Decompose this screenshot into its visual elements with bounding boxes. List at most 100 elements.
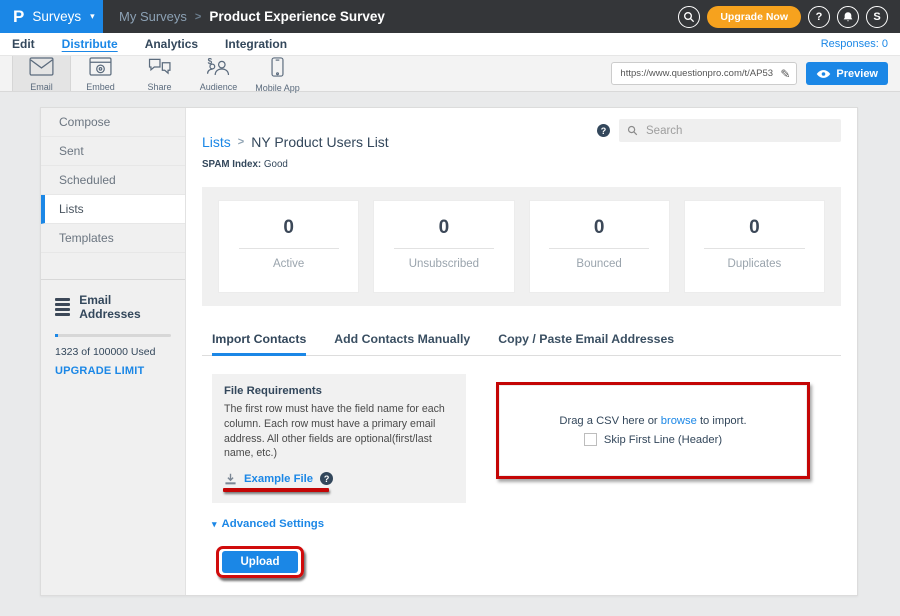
usage-text: 1323 of 100000 Used [55,346,171,358]
breadcrumb-separator: > [195,11,201,23]
stat-label: Unsubscribed [374,258,513,270]
search-box [619,119,841,142]
channel-tab-label: Share [147,82,171,92]
skip-first-line-label: Skip First Line (Header) [604,434,722,446]
product-switcher[interactable]: P Surveys ▾ [0,0,103,33]
dropzone-text-suffix: to import. [697,415,747,427]
dropzone-text-prefix: Drag a CSV here or [559,415,660,427]
responses-count[interactable]: Responses: 0 [821,38,888,50]
tab-add-contacts-manually[interactable]: Add Contacts Manually [334,332,470,356]
breadcrumb-my-surveys[interactable]: My Surveys [119,9,187,24]
import-contacts-panel: File Requirements The first row must hav… [212,374,841,503]
nav-item-analytics[interactable]: Analytics [145,37,198,51]
example-file-row: Example File ? [224,472,454,485]
channel-tab-embed[interactable]: Embed [71,56,130,91]
spam-index: SPAM Index: Good [202,159,841,170]
annotation-underline [223,488,329,492]
list-search-row: ? [597,119,841,142]
email-sidebar-items: ComposeSentScheduledListsTemplates [41,108,185,253]
stat-divider [549,248,649,249]
csv-dropzone[interactable]: Drag a CSV here or browse to import. Ski… [499,385,807,476]
sidebar-item-scheduled[interactable]: Scheduled [41,166,185,195]
stat-divider [704,248,804,249]
skip-first-line-checkbox[interactable] [584,433,597,446]
questionpro-logo: P [13,7,24,27]
survey-nav-items: Edit Distribute Analytics Integration [12,37,314,51]
sidebar-item-compose[interactable]: Compose [41,108,185,137]
notifications-button[interactable] [837,6,859,28]
breadcrumb-lists-link[interactable]: Lists [202,134,231,150]
nav-item-integration[interactable]: Integration [225,37,287,51]
lists-panel: ComposeSentScheduledListsTemplates Email… [40,107,858,596]
stat-card-unsubscribed: 0 Unsubscribed [373,200,514,293]
stat-card-bounced: 0Bounced [529,200,670,293]
tab-copy-paste-email-addresses[interactable]: Copy / Paste Email Addresses [498,332,674,356]
nav-item-edit[interactable]: Edit [12,37,35,51]
bell-icon [842,11,854,23]
usage-progress-fill [55,334,58,337]
example-file-help-icon[interactable]: ? [320,472,333,485]
search-icon [683,11,695,23]
embed-icon [89,57,112,81]
channel-tab-email[interactable]: Email [12,56,71,91]
nav-item-distribute[interactable]: Distribute [62,37,118,51]
list-stats: 0Active0Unsubscribed0Bounced0Duplicates [202,187,841,306]
stat-card-active: 0Active [218,200,359,293]
annotation-box-dropzone: Drag a CSV here or browse to import. Ski… [496,382,810,479]
survey-url-input[interactable] [618,67,775,80]
stat-label: Duplicates [685,258,824,270]
svg-text:$: $ [208,57,213,66]
eye-icon [816,69,831,79]
spam-index-value: Good [264,159,288,170]
upload-button[interactable]: Upload [222,551,298,573]
stat-divider [394,248,494,249]
tab-import-contacts[interactable]: Import Contacts [212,332,306,356]
skip-first-line-row: Skip First Line (Header) [584,433,722,446]
channel-tab-audience[interactable]: $ Audience [189,56,248,91]
topbar: P Surveys ▾ My Surveys > Product Experie… [0,0,900,33]
email-icon [29,57,54,81]
mobile-app-icon [271,57,284,82]
import-tabs: Import Contacts Add Contacts Manually Copy… [202,332,841,356]
help-button[interactable]: ? [808,6,830,28]
preview-button[interactable]: Preview [806,62,888,85]
example-file-link[interactable]: Example File [244,473,313,485]
email-sidebar: ComposeSentScheduledListsTemplates Email… [41,108,186,595]
browse-link[interactable]: browse [661,415,697,427]
channel-tab-share[interactable]: Share [130,56,189,91]
product-label: Surveys [32,9,81,24]
channel-tab-mobile-app[interactable]: Mobile App [248,56,307,91]
dropzone-text: Drag a CSV here or browse to import. [559,415,746,427]
share-icon [147,57,172,81]
sidebar-item-sent[interactable]: Sent [41,137,185,166]
edit-url-icon[interactable]: ✎ [775,67,790,81]
email-addresses-header: Email Addresses [55,293,171,321]
stat-value: 0 [374,217,513,239]
channel-tab-label: Mobile App [255,83,300,93]
help-icon[interactable]: ? [597,124,610,137]
channel-tabs: Email Embed Share $ Audience Mobile App [12,56,307,91]
upgrade-now-button[interactable]: Upgrade Now [707,6,801,28]
stat-card-duplicates: 0 Duplicates [684,200,825,293]
search-input[interactable] [644,124,833,138]
stat-value: 0 [685,217,824,239]
breadcrumb-survey-title: Product Experience Survey [209,9,385,24]
survey-url-box: ✎ [611,62,797,85]
caret-down-icon: ▾ [212,519,217,530]
file-requirements-body: The first row must have the field name f… [224,402,454,461]
breadcrumb-separator: > [238,136,244,148]
avatar[interactable]: S [866,6,888,28]
channel-tab-label: Email [30,82,53,92]
advanced-settings-label: Advanced Settings [222,518,325,530]
advanced-settings-toggle[interactable]: ▾ Advanced Settings [212,518,324,530]
channel-tab-label: Audience [200,82,238,92]
search-button[interactable] [678,6,700,28]
upgrade-limit-link[interactable]: UPGRADE LIMIT [55,365,171,377]
toolbar-right: ✎ Preview [611,56,888,91]
stat-value: 0 [219,217,358,239]
channel-tab-label: Embed [86,82,115,92]
search-icon [627,125,638,136]
sidebar-item-lists[interactable]: Lists [41,195,185,224]
chevron-down-icon: ▾ [90,11,95,22]
sidebar-item-templates[interactable]: Templates [41,224,185,253]
